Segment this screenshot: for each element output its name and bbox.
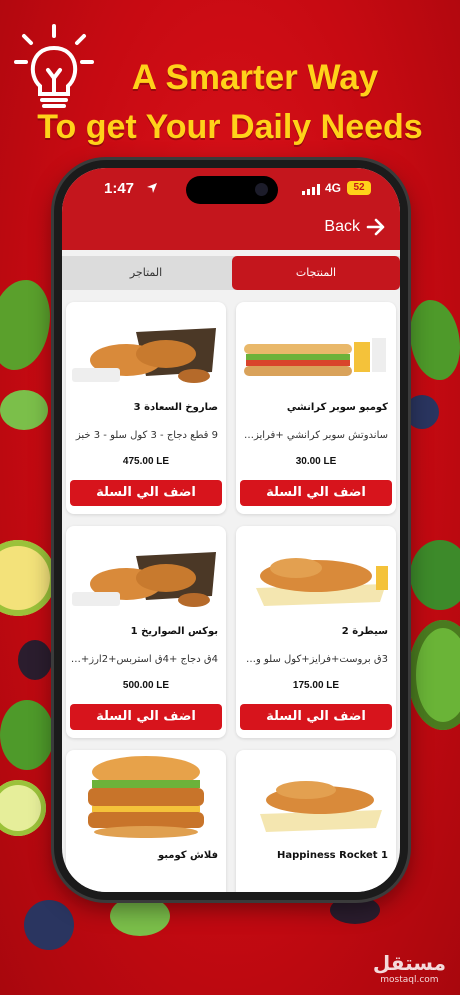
- lime-decoration: [0, 780, 46, 836]
- app-screen: 1:47 4G 52 Back المنتجات المتاجر كومبو س…: [62, 168, 400, 892]
- product-description: ساندوتش سوبر كرانشي +فرايز+...: [240, 430, 388, 441]
- blackberry-decoration: [18, 640, 52, 680]
- product-price: 475.00 LE: [122, 456, 170, 467]
- kiwi-decoration: [408, 620, 460, 730]
- product-card[interactable]: سيطرة 2 3ق بروست+فرايز+كول سلو وسط... 17…: [236, 526, 396, 738]
- dynamic-island: [186, 176, 278, 204]
- blueberry-decoration: [405, 395, 439, 429]
- add-to-cart-button[interactable]: اضف الي السلة: [240, 480, 392, 506]
- leaf-decoration: [0, 700, 54, 770]
- product-name: كومبو سوبر كرانشي: [286, 402, 388, 413]
- arrow-right-icon: [366, 218, 385, 236]
- product-name: فلاش كومبو: [157, 850, 218, 861]
- product-description: 9 قطع دجاج - 3 كول سلو - 3 خبز: [75, 430, 218, 441]
- product-card[interactable]: كومبو سوبر كرانشي ساندوتش سوبر كرانشي +ف…: [236, 302, 396, 514]
- location-arrow-icon: [147, 183, 157, 193]
- headline-line-2: To get Your Daily Needs: [37, 108, 423, 146]
- product-card[interactable]: بوكس الصواريخ 1 4ق دجاج +4ق استربس+2ارز+…: [66, 526, 226, 738]
- back-label: Back: [324, 218, 360, 235]
- tab-bar: المنتجات المتاجر: [62, 256, 400, 290]
- leaf-decoration: [0, 390, 48, 430]
- product-card[interactable]: Happiness Rocket 1: [236, 750, 396, 892]
- leaf-decoration: [110, 896, 170, 936]
- status-time: 1:47: [104, 180, 135, 197]
- chicken-burger-image: [88, 756, 204, 838]
- product-card[interactable]: صاروخ السعادة 3 9 قطع دجاج - 3 كول سلو -…: [66, 302, 226, 514]
- lettuce-decoration: [410, 540, 460, 610]
- tab-products[interactable]: المنتجات: [232, 256, 400, 290]
- product-price: 175.00 LE: [292, 680, 340, 691]
- signal-icon: [302, 184, 320, 195]
- blackberry-decoration: [330, 896, 380, 924]
- phone-frame: 1:47 4G 52 Back المنتجات المتاجر كومبو س…: [54, 160, 408, 900]
- add-to-cart-button[interactable]: اضف الي السلة: [240, 704, 392, 730]
- sandwich-combo-image: [244, 338, 386, 376]
- headline-line-1: A Smarter Way: [131, 58, 379, 97]
- product-card[interactable]: فلاش كومبو: [66, 750, 226, 892]
- chicken-meal-image: [256, 558, 388, 606]
- app-header: 1:47 4G 52 Back: [62, 168, 400, 250]
- product-name: سيطرة 2: [341, 626, 388, 637]
- chicken-tenders-image: [260, 781, 382, 832]
- product-description: 4ق دجاج +4ق استربس+2ارز+2كو...: [70, 654, 218, 665]
- add-to-cart-button[interactable]: اضف الي السلة: [70, 704, 222, 730]
- leaf-decoration: [0, 280, 50, 370]
- back-button[interactable]: Back: [324, 218, 386, 236]
- fried-chicken-bucket-image: [72, 328, 216, 383]
- fried-chicken-bucket-image: [72, 552, 216, 607]
- product-description: 3ق بروست+فرايز+كول سلو وسط...: [240, 654, 388, 665]
- watermark-arabic: مستقل: [372, 951, 446, 975]
- product-price: 30.00 LE: [295, 456, 337, 467]
- watermark: مستقل mostaql.com: [373, 951, 446, 985]
- leaf-decoration: [410, 300, 460, 380]
- product-name: صاروخ السعادة 3: [133, 402, 218, 413]
- battery-indicator: 52: [347, 181, 371, 195]
- watermark-latin: mostaql.com: [380, 975, 439, 985]
- network-type: 4G: [325, 181, 342, 195]
- lime-decoration: [0, 540, 56, 616]
- tab-stores[interactable]: المتاجر: [62, 256, 230, 290]
- add-to-cart-button[interactable]: اضف الي السلة: [70, 480, 222, 506]
- product-price: 500.00 LE: [122, 680, 170, 691]
- product-name: Happiness Rocket 1: [276, 850, 388, 861]
- blueberry-decoration: [24, 900, 74, 950]
- product-name: بوكس الصواريخ 1: [130, 626, 218, 637]
